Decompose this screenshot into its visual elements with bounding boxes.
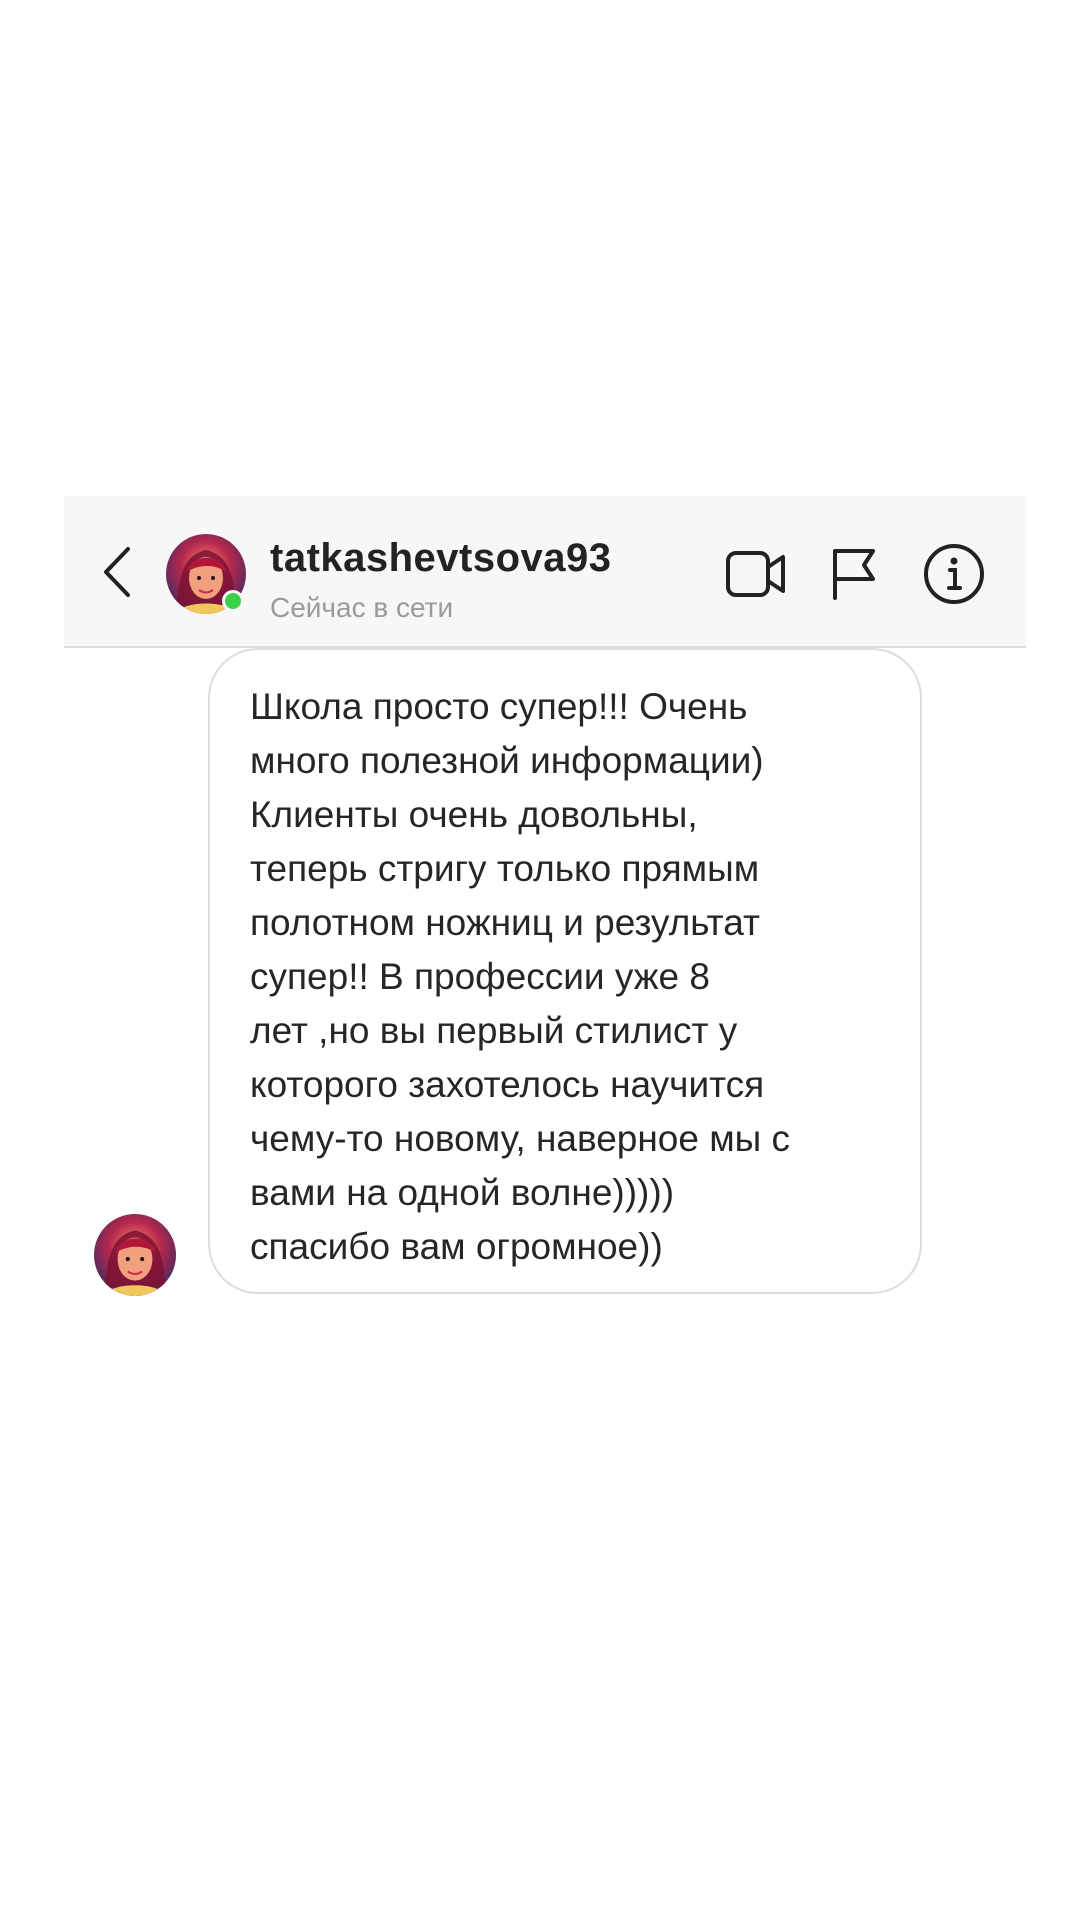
info-button[interactable] [922, 542, 986, 606]
chat-username[interactable]: tatkashevtsova93 [270, 536, 612, 581]
chat-header: tatkashevtsova93 Сейчас в сети [64, 496, 1026, 648]
message-text: Школа просто супер!!! Очень много полезн… [250, 686, 791, 1267]
back-button[interactable] [88, 542, 148, 602]
info-icon [924, 544, 984, 604]
online-status-text: Сейчас в сети [270, 592, 454, 623]
online-status-indicator [222, 590, 244, 612]
chat-screen: tatkashevtsova93 Сейчас в сети Школа про… [0, 0, 1080, 1920]
chevron-left-icon [104, 547, 130, 597]
flag-icon [833, 549, 875, 600]
report-flag-button[interactable] [822, 542, 886, 606]
video-camera-icon [726, 551, 785, 597]
video-call-button[interactable] [724, 542, 788, 606]
profile-avatar-button[interactable] [166, 534, 246, 614]
incoming-message-bubble[interactable]: Школа просто супер!!! Очень много полезн… [208, 648, 922, 1294]
message-sender-avatar[interactable] [94, 1214, 176, 1296]
